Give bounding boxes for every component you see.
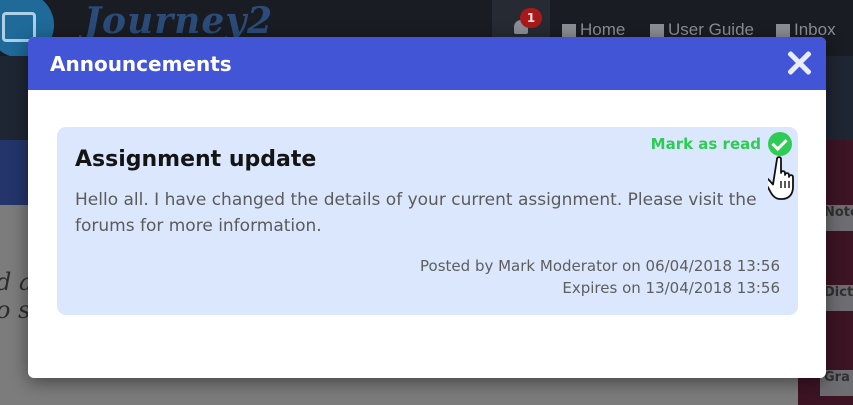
mark-as-read-button[interactable]: Mark as read: [651, 132, 792, 156]
check-circle-icon[interactable]: [768, 132, 792, 156]
close-icon[interactable]: [786, 49, 814, 77]
announcement-meta: Posted by Mark Moderator on 06/04/2018 1…: [420, 255, 780, 299]
announcement-title: Assignment update: [75, 147, 317, 172]
hand-pointer-cursor-icon: [768, 156, 794, 200]
modal-title: Announcements: [50, 52, 232, 76]
announcement-body: Hello all. I have changed the details of…: [75, 190, 757, 236]
posted-by-text: Posted by Mark Moderator on 06/04/2018 1…: [420, 257, 780, 275]
announcements-modal: Announcements Assignment update Mark as …: [28, 37, 826, 378]
expires-text: Expires on 13/04/2018 13:56: [562, 279, 780, 297]
announcement-card: Assignment update Mark as read Hello all…: [57, 127, 798, 315]
modal-header: Announcements: [28, 37, 826, 90]
mark-as-read-label: Mark as read: [650, 135, 761, 153]
